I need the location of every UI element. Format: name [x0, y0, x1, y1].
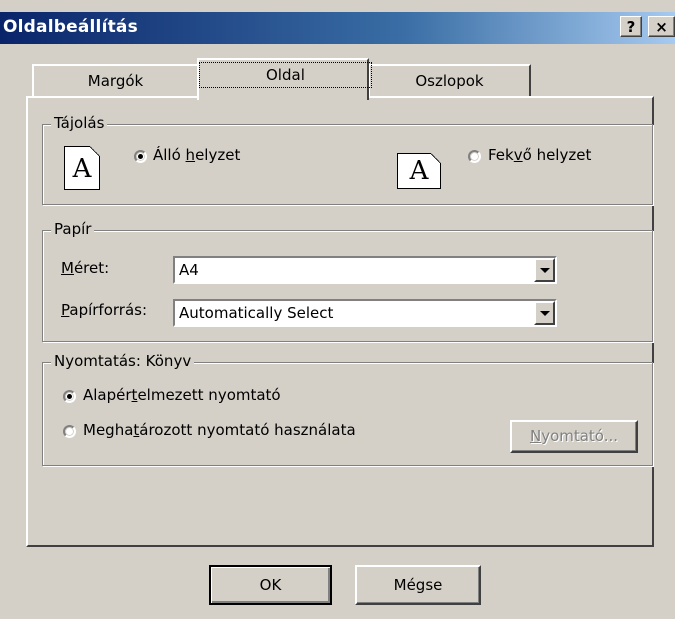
close-button[interactable]: ×	[648, 16, 675, 37]
portrait-page-icon: A	[64, 146, 100, 190]
portrait-radio[interactable]	[134, 150, 147, 163]
tab-oszlopok[interactable]: Oszlopok	[368, 64, 531, 98]
ok-button[interactable]: OK	[209, 565, 332, 605]
tab-label: Margók	[87, 72, 144, 90]
paper-source-select[interactable]: Automatically Select	[173, 299, 557, 327]
landscape-label[interactable]: Fekvő helyzet	[488, 146, 591, 164]
tab-oldal[interactable]: Oldal	[197, 58, 372, 100]
paper-size-select[interactable]: A4	[173, 256, 557, 284]
help-button[interactable]: ?	[620, 16, 642, 37]
group-legend: Nyomtatás: Könyv	[51, 352, 195, 370]
title-bar: Oldalbeállítás ? ×	[0, 12, 675, 44]
size-label: Méret:	[61, 259, 110, 277]
group-legend: Tájolás	[51, 114, 108, 132]
landscape-radio[interactable]	[468, 150, 481, 163]
cancel-button[interactable]: Mégse	[355, 565, 481, 605]
orientation-group: Tájolás	[42, 114, 653, 205]
portrait-label[interactable]: Álló helyzet	[153, 146, 240, 164]
select-value: A4	[179, 261, 199, 279]
tab-label: Oldal	[199, 62, 372, 88]
default-printer-label[interactable]: Alapértelmezett nyomtató	[83, 386, 281, 404]
window-title: Oldalbeállítás	[3, 17, 138, 37]
specific-printer-radio[interactable]	[63, 425, 76, 438]
group-legend: Papír	[51, 220, 95, 238]
specific-printer-label[interactable]: Meghatározott nyomtató használata	[83, 421, 356, 439]
landscape-page-icon: A	[397, 153, 441, 189]
paper-source-label: Papírforrás:	[61, 301, 148, 319]
chevron-down-icon[interactable]	[534, 258, 555, 282]
select-value: Automatically Select	[179, 304, 334, 322]
default-printer-radio[interactable]	[63, 390, 76, 403]
chevron-down-icon[interactable]	[534, 301, 555, 325]
tab-label: Oszlopok	[415, 72, 484, 90]
tab-margok[interactable]: Margók	[32, 64, 199, 98]
printer-button[interactable]: Nyomtató...	[510, 420, 638, 453]
